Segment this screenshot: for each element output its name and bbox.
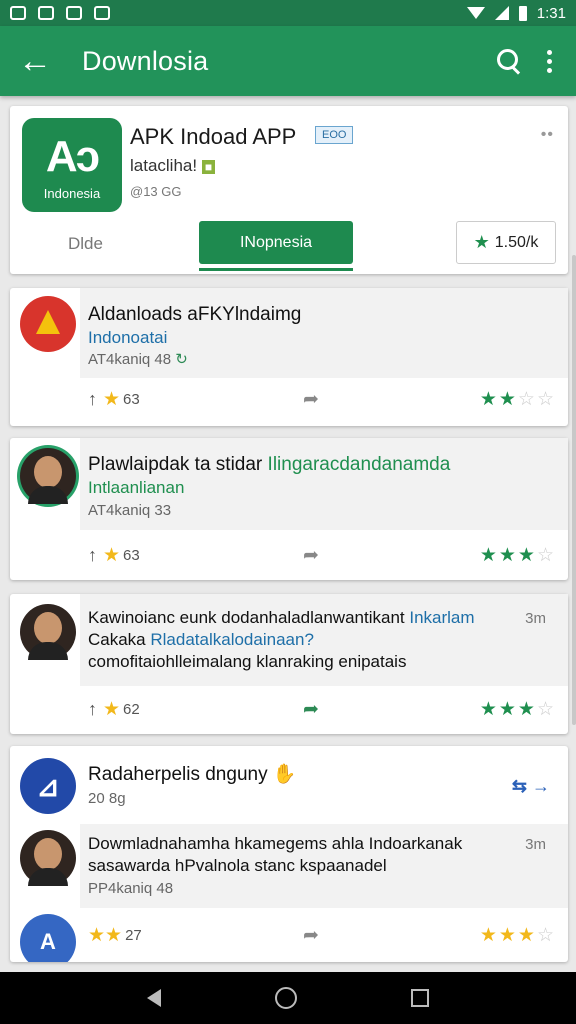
tab-details[interactable]: Dlde [68,234,103,254]
avatar[interactable] [20,296,76,352]
nav-back-icon[interactable] [147,989,161,1007]
app-bar: ← Downlosia [0,26,576,96]
system-nav-bar [0,972,576,1024]
star-icon: ★ [88,924,106,946]
arrow-left-icon: ← [18,41,52,80]
camera-icon [94,6,110,20]
thumb-up-icon[interactable]: ↑ [88,389,97,410]
rating-stars: ★★★☆ [479,924,556,946]
image-icon [66,6,82,20]
tab-indonesia[interactable]: INopnesia [199,221,353,264]
action-row: ★ ★ 27 ➦ ★★★☆ [88,924,556,947]
back-button[interactable]: ← [0,26,70,96]
status-bar: 1:31 [0,0,576,26]
app-subtitle: latacliha! ■ [130,156,216,176]
notification-icons [10,6,110,20]
notification-icon [10,6,26,20]
scrollbar[interactable] [572,255,576,725]
emoji-icon: ■ [201,160,216,174]
star-icon: ★ [105,924,123,946]
avatar[interactable]: ⊿ [20,758,76,814]
star-icon: ★ [103,544,121,566]
mail-icon [38,6,54,20]
share-icon[interactable]: ➦ [303,388,319,411]
share-icon[interactable]: ➦ [303,544,319,567]
thumb-up-icon[interactable]: ↑ [88,545,97,566]
app-meta: @13 GG [130,184,182,199]
feed-item[interactable]: Kawinoianc eunk dodanhaladlanwantikant I… [10,594,568,734]
more-icon[interactable]: •• [541,126,554,144]
rating-stars: ★★☆☆ [479,388,556,410]
star-icon: ★ [473,232,490,252]
page-title: Downlosia [82,45,209,76]
feed-item[interactable]: Plawlaipdak ta stidar Ilingaracdandanamd… [10,438,568,580]
app-badge: EOO [315,126,354,144]
share-icon[interactable]: ➦ [303,924,319,947]
arrow-right-icon[interactable]: ⇆ → [512,776,550,797]
status-time: 1:31 [536,4,566,22]
star-icon: ★ [103,698,121,720]
avatar[interactable]: A [20,914,76,962]
battery-icon [518,5,527,21]
signal-icon [494,6,509,20]
app-logo: Aɔ Indonesia [22,118,122,212]
rating-button[interactable]: ★ 1.50/k [456,221,556,264]
search-icon[interactable] [497,49,521,73]
feed-item[interactable]: ⊿ Radaherpelis dnguny ✋ 20 8g ⇆ → Dowmla… [10,746,568,962]
action-row: ↑ ★ 62 ➦ ★★★☆ [88,698,556,721]
avatar[interactable] [20,830,76,886]
app-name: APK Indoad APP [130,124,297,149]
tab-indicator [199,268,353,271]
rating-stars: ★★★☆ [479,698,556,720]
app-header-card: Aɔ Indonesia APK Indoad APP EOO lataclih… [10,106,568,274]
more-vert-icon[interactable] [541,49,558,73]
wifi-icon [466,7,485,19]
rating-stars: ★★★☆ [479,544,556,566]
share-icon[interactable]: ➦ [303,698,319,721]
avatar[interactable] [20,604,76,660]
star-icon: ★ [103,388,121,410]
feed-item[interactable]: Aldanloads aFKYlndaimg Indonoatai AT4kan… [10,288,568,426]
nav-home-icon[interactable] [275,987,297,1009]
thumb-up-icon[interactable]: ↑ [88,699,97,720]
action-row: ↑ ★ 63 ➦ ★★☆☆ [88,388,556,411]
action-row: ↑ ★ 63 ➦ ★★★☆ [88,544,556,567]
avatar[interactable] [20,448,76,504]
nav-recents-icon[interactable] [411,989,429,1007]
